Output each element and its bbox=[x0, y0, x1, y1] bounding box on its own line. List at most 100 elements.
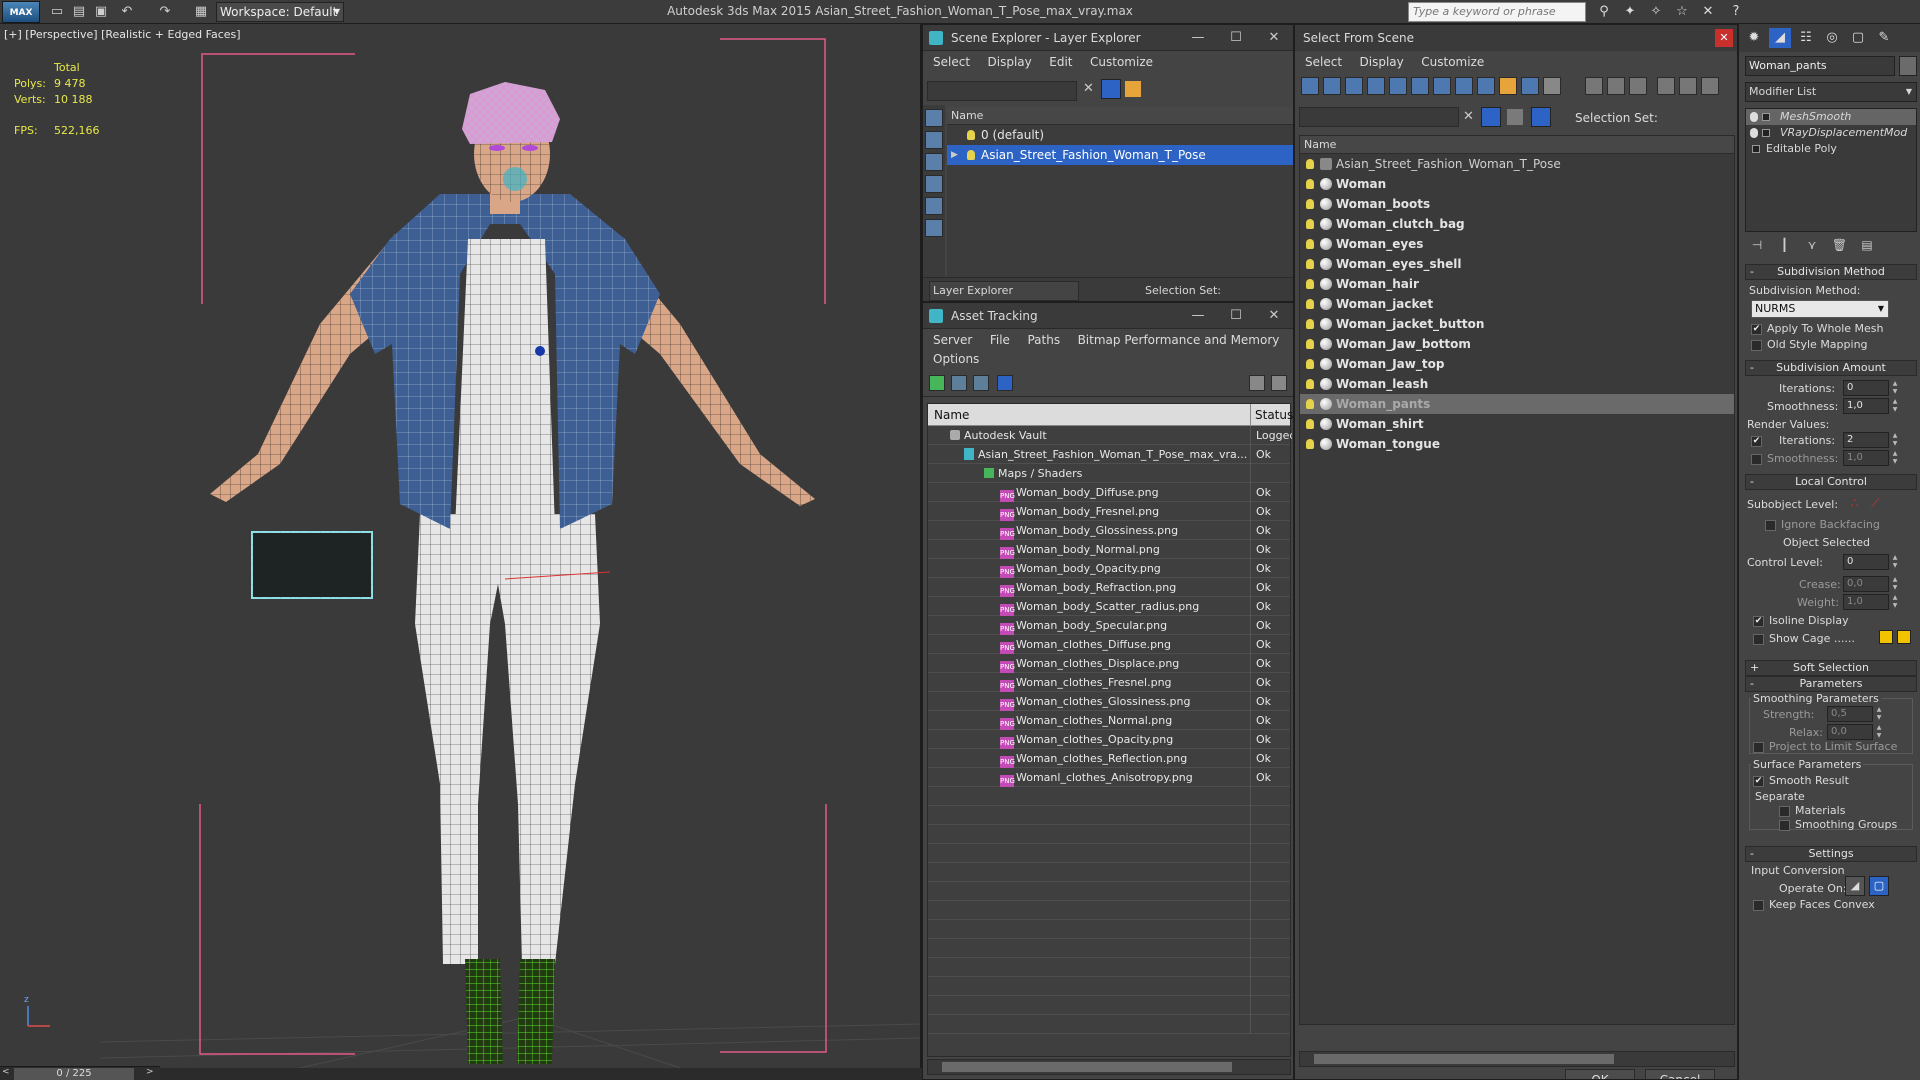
spinner-arrows-icon[interactable]: ▲ ▼ bbox=[1875, 706, 1883, 722]
smooth-result-checkbox[interactable]: ✔ bbox=[1753, 776, 1764, 787]
display-invert-icon[interactable] bbox=[1629, 77, 1647, 95]
bulb-icon[interactable] bbox=[1750, 112, 1758, 122]
table-view-icon[interactable] bbox=[997, 375, 1013, 391]
asset-row-map[interactable]: PNGWoman_body_Diffuse.png Ok bbox=[928, 483, 1290, 502]
object-row[interactable]: Woman bbox=[1300, 174, 1734, 194]
make-unique-icon[interactable]: ⋎ bbox=[1800, 238, 1824, 252]
weight-spinner[interactable]: 1,0 bbox=[1843, 594, 1889, 610]
object-row[interactable]: Woman_tongue bbox=[1300, 434, 1734, 454]
binoculars-icon[interactable]: ⚲ bbox=[1594, 2, 1614, 22]
display-tab-icon[interactable]: ▢ bbox=[1847, 28, 1869, 48]
layer-name-column[interactable]: Name bbox=[947, 107, 1293, 125]
iterations-spinner[interactable]: 0 bbox=[1843, 380, 1889, 396]
list-view-icon[interactable] bbox=[951, 375, 967, 391]
subscription-icon[interactable]: ✦ bbox=[1620, 2, 1640, 22]
menu-file[interactable]: File bbox=[990, 333, 1010, 347]
light-bulb-icon[interactable] bbox=[967, 130, 975, 140]
create-tab-icon[interactable]: ✹ bbox=[1743, 28, 1765, 48]
layer-tool-icon[interactable] bbox=[1507, 109, 1523, 125]
new-file-icon[interactable]: ▭ bbox=[48, 3, 66, 21]
strength-spinner[interactable]: 0,5 bbox=[1827, 706, 1873, 722]
show-end-result-icon[interactable]: ┃ bbox=[1773, 238, 1797, 252]
asset-row-map[interactable]: PNGWoman_clothes_Normal.png Ok bbox=[928, 711, 1290, 730]
filter-icon[interactable] bbox=[1101, 79, 1121, 99]
light-bulb-icon[interactable] bbox=[967, 150, 975, 160]
asset-row-map[interactable]: PNGWoman_clothes_Opacity.png Ok bbox=[928, 730, 1290, 749]
menu-customize[interactable]: Customize bbox=[1421, 55, 1484, 69]
light-bulb-icon[interactable] bbox=[1306, 259, 1314, 269]
spinner-arrows-icon[interactable]: ▲ ▼ bbox=[1891, 450, 1899, 466]
viewport-label[interactable]: [+] [Perspective] [Realistic + Edged Fac… bbox=[4, 28, 241, 41]
bulb-icon[interactable] bbox=[1750, 128, 1758, 138]
spinner-arrows-icon[interactable]: ▲ ▼ bbox=[1891, 380, 1899, 396]
object-row[interactable]: Woman_pants bbox=[1300, 394, 1734, 414]
modify-tab-icon[interactable]: ◢ bbox=[1769, 28, 1791, 48]
expand-arrow-icon[interactable]: ▶ bbox=[951, 145, 958, 165]
light-bulb-icon[interactable] bbox=[1306, 219, 1314, 229]
show-cage-checkbox[interactable] bbox=[1753, 634, 1764, 645]
spinner-arrows-icon[interactable]: ▲ ▼ bbox=[1891, 398, 1899, 414]
light-bulb-icon[interactable] bbox=[1306, 399, 1314, 409]
light-bulb-icon[interactable] bbox=[1306, 179, 1314, 189]
menu-server[interactable]: Server bbox=[933, 333, 972, 347]
motion-tab-icon[interactable]: ◎ bbox=[1821, 28, 1843, 48]
scroll-thumb[interactable] bbox=[942, 1062, 1232, 1072]
spinner-arrows-icon[interactable]: ▲ ▼ bbox=[1875, 724, 1883, 740]
display-invert-icon[interactable] bbox=[925, 153, 943, 171]
collapse-icon[interactable] bbox=[1701, 77, 1719, 95]
rollout-parameters[interactable]: - Parameters bbox=[1745, 676, 1917, 692]
perspective-viewport[interactable]: z [+] [Perspective] [Realistic + Edged F… bbox=[0, 24, 922, 1068]
expand-icon[interactable] bbox=[1762, 129, 1770, 137]
asset-row-vault[interactable]: Autodesk Vault Logged bbox=[928, 426, 1292, 445]
asset-row-map[interactable]: PNGWoman_body_Scatter_radius.png Ok bbox=[928, 597, 1290, 616]
display-helpers-icon[interactable] bbox=[925, 219, 943, 237]
spinner-arrows-icon[interactable]: ▲ ▼ bbox=[1891, 554, 1899, 570]
render-smoothness-spinner[interactable]: 1,0 bbox=[1843, 450, 1889, 466]
isoline-display-checkbox[interactable]: ✔ bbox=[1753, 616, 1764, 627]
object-row[interactable]: Woman_jacket_button bbox=[1300, 314, 1734, 334]
materials-checkbox[interactable] bbox=[1779, 806, 1790, 817]
light-bulb-icon[interactable] bbox=[1306, 379, 1314, 389]
smoothness-spinner[interactable]: 1,0 bbox=[1843, 398, 1889, 414]
object-row[interactable]: Woman_Jaw_top bbox=[1300, 354, 1734, 374]
communication-icon[interactable]: ✧ bbox=[1646, 2, 1666, 22]
scroll-thumb[interactable] bbox=[1314, 1054, 1614, 1064]
object-name-field[interactable]: Woman_pants bbox=[1745, 56, 1895, 76]
expand-icon[interactable] bbox=[1762, 113, 1770, 121]
layer-tool-icon[interactable] bbox=[1125, 81, 1141, 97]
asset-row-map[interactable]: PNGWoman_clothes_Fresnel.png Ok bbox=[928, 673, 1290, 692]
render-iterations-spinner[interactable]: 2 bbox=[1843, 432, 1889, 448]
asset-row-map[interactable]: PNGWoman_body_Glossiness.png Ok bbox=[928, 521, 1290, 540]
object-row[interactable]: Woman_jacket bbox=[1300, 294, 1734, 314]
layer-row-default[interactable]: 0 (default) bbox=[947, 125, 1293, 145]
close-icon[interactable]: ✕ bbox=[1715, 29, 1733, 47]
display-xrefs-icon[interactable] bbox=[1455, 77, 1473, 95]
asset-row-map[interactable]: PNGWomanl_clothes_Anisotropy.png Ok bbox=[928, 768, 1290, 787]
menu-edit[interactable]: Edit bbox=[1049, 55, 1072, 69]
object-row[interactable]: Woman_eyes bbox=[1300, 234, 1734, 254]
open-file-icon[interactable]: ▤ bbox=[70, 3, 88, 21]
sort-icon[interactable] bbox=[1679, 77, 1697, 95]
light-bulb-icon[interactable] bbox=[1306, 279, 1314, 289]
asset-row-map[interactable]: PNGWoman_body_Normal.png Ok bbox=[928, 540, 1290, 559]
stack-item-editable-poly[interactable]: Editable Poly bbox=[1746, 141, 1916, 157]
smoothing-groups-checkbox[interactable] bbox=[1779, 820, 1790, 831]
utilities-tab-icon[interactable]: ✎ bbox=[1873, 28, 1895, 48]
render-iterations-checkbox[interactable]: ✔ bbox=[1751, 436, 1762, 447]
crease-spinner[interactable]: 0,0 bbox=[1843, 576, 1889, 592]
filter-icon[interactable] bbox=[1657, 77, 1675, 95]
asset-row-scene-file[interactable]: Asian_Street_Fashion_Woman_T_Pose_max_vr… bbox=[928, 445, 1290, 464]
asset-row-map[interactable]: PNGWoman_body_Specular.png Ok bbox=[928, 616, 1290, 635]
modifier-list-dropdown[interactable]: Modifier List ▼ bbox=[1745, 82, 1917, 102]
asset-row-map[interactable]: PNGWoman_body_Refraction.png Ok bbox=[928, 578, 1290, 597]
workspace-dropdown[interactable]: Workspace: Default ▼ bbox=[216, 2, 344, 22]
close-icon[interactable]: ✕ bbox=[1259, 303, 1289, 329]
exchange-icon[interactable]: ✕ bbox=[1698, 2, 1718, 22]
asset-row-map[interactable]: PNGWoman_clothes_Reflection.png Ok bbox=[928, 749, 1290, 768]
object-row[interactable]: Woman_Jaw_bottom bbox=[1300, 334, 1734, 354]
display-all-icon[interactable] bbox=[1585, 77, 1603, 95]
old-style-mapping-checkbox[interactable] bbox=[1751, 340, 1762, 351]
remove-modifier-icon[interactable]: 🗑 bbox=[1828, 238, 1852, 252]
asset-row-map[interactable]: PNGWoman_body_Opacity.png Ok bbox=[928, 559, 1290, 578]
object-row[interactable]: Woman_boots bbox=[1300, 194, 1734, 214]
